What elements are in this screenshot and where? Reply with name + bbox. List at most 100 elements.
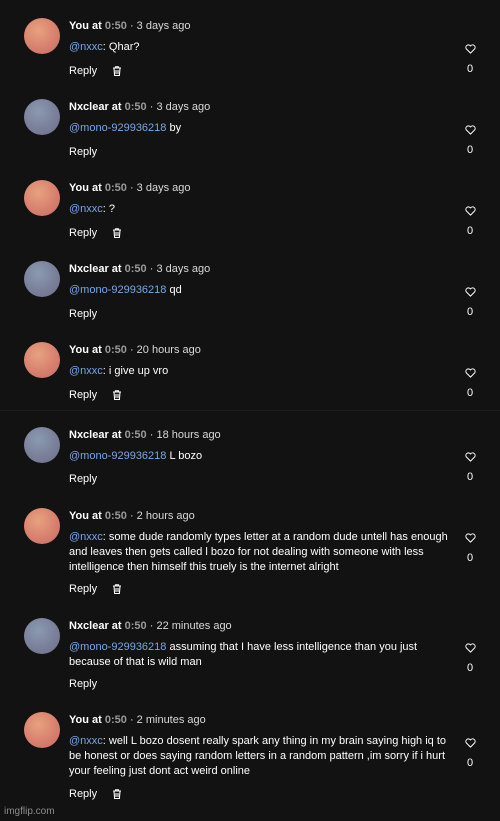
comment-header: You at 0:50 · 2 hours ago [69, 509, 195, 523]
timestamp-link[interactable]: 0:50 [105, 344, 127, 356]
comment: You at 0:50 · 3 days ago @nxxc: ? Reply … [0, 180, 500, 244]
reply-button[interactable]: Reply [69, 64, 97, 78]
reply-button[interactable]: Reply [69, 388, 97, 402]
like-count: 0 [466, 757, 474, 769]
heart-icon[interactable] [464, 643, 476, 653]
like-control: 0 [462, 44, 478, 76]
timestamp-link[interactable]: 0:50 [105, 714, 127, 726]
timestamp-link[interactable]: 0:50 [105, 182, 127, 194]
heart-icon[interactable] [464, 206, 476, 216]
time-ago: · 18 hours ago [146, 429, 221, 441]
timestamp-link[interactable]: 0:50 [125, 620, 147, 632]
comment-actions: Reply [69, 145, 97, 159]
comment: Nxclear at 0:50 · 18 hours ago @mono-929… [0, 427, 500, 491]
mention-link[interactable]: @nxxc [69, 531, 103, 543]
avatar[interactable] [24, 342, 60, 378]
mention-link[interactable]: @nxxc [69, 203, 103, 215]
timestamp-link[interactable]: 0:50 [125, 429, 147, 441]
comment-actions: Reply [69, 472, 97, 486]
username[interactable]: You at [69, 510, 102, 522]
reply-button[interactable]: Reply [69, 226, 97, 240]
comment: Nxclear at 0:50 · 3 days ago @mono-92993… [0, 261, 500, 325]
like-count: 0 [466, 144, 474, 156]
avatar[interactable] [24, 261, 60, 297]
username[interactable]: You at [69, 714, 102, 726]
like-control: 0 [462, 643, 478, 675]
avatar[interactable] [24, 618, 60, 654]
timestamp-link[interactable]: 0:50 [125, 263, 147, 275]
reply-button[interactable]: Reply [69, 677, 97, 691]
reply-button[interactable]: Reply [69, 582, 97, 596]
time-ago: · 20 hours ago [126, 344, 201, 356]
avatar[interactable] [24, 180, 60, 216]
like-control: 0 [462, 533, 478, 565]
like-count: 0 [466, 552, 474, 564]
comment-body: L bozo [166, 450, 203, 462]
mention-link[interactable]: @mono-929936218 [69, 641, 166, 653]
comment-text: @mono-929936218 assuming that I have les… [69, 640, 453, 670]
like-count: 0 [466, 387, 474, 399]
like-control: 0 [462, 125, 478, 157]
mention-link[interactable]: @mono-929936218 [69, 284, 166, 296]
trash-icon[interactable] [111, 389, 123, 401]
avatar[interactable] [24, 712, 60, 748]
reply-button[interactable]: Reply [69, 307, 97, 321]
section-divider [0, 410, 500, 411]
reply-button[interactable]: Reply [69, 472, 97, 486]
comment-body: qd [166, 284, 182, 296]
trash-icon[interactable] [111, 227, 123, 239]
heart-icon[interactable] [464, 452, 476, 462]
avatar[interactable] [24, 18, 60, 54]
reply-button[interactable]: Reply [69, 145, 97, 159]
time-ago: · 2 hours ago [126, 510, 195, 522]
heart-icon[interactable] [464, 125, 476, 135]
mention-link[interactable]: @nxxc [69, 41, 103, 53]
avatar[interactable] [24, 427, 60, 463]
username[interactable]: Nxclear at [69, 263, 122, 275]
heart-icon[interactable] [464, 738, 476, 748]
comment-header: You at 0:50 · 3 days ago [69, 19, 190, 33]
avatar[interactable] [24, 508, 60, 544]
heart-icon[interactable] [464, 44, 476, 54]
comment-header: Nxclear at 0:50 · 22 minutes ago [69, 619, 232, 633]
mention-link[interactable]: @nxxc [69, 365, 103, 377]
mention-link[interactable]: @nxxc [69, 735, 103, 747]
like-count: 0 [466, 306, 474, 318]
timestamp-link[interactable]: 0:50 [105, 20, 127, 32]
comment-header: Nxclear at 0:50 · 18 hours ago [69, 428, 221, 442]
mention-link[interactable]: @mono-929936218 [69, 450, 166, 462]
mention-link[interactable]: @mono-929936218 [69, 122, 166, 134]
comment-body: : i give up vro [102, 365, 169, 377]
username[interactable]: Nxclear at [69, 620, 122, 632]
comment-body: : ? [102, 203, 116, 215]
comment-text: @nxxc: some dude randomly types letter a… [69, 530, 453, 575]
username[interactable]: You at [69, 20, 102, 32]
username[interactable]: Nxclear at [69, 101, 122, 113]
heart-icon[interactable] [464, 533, 476, 543]
comment-text: @nxxc: Qhar? [69, 40, 453, 55]
trash-icon[interactable] [111, 583, 123, 595]
comment-actions: Reply [69, 64, 123, 78]
comment-header: Nxclear at 0:50 · 3 days ago [69, 100, 210, 114]
avatar[interactable] [24, 99, 60, 135]
username[interactable]: Nxclear at [69, 429, 122, 441]
reply-button[interactable]: Reply [69, 787, 97, 801]
comment: You at 0:50 · 2 hours ago @nxxc: some du… [0, 508, 500, 600]
trash-icon[interactable] [111, 788, 123, 800]
like-control: 0 [462, 452, 478, 484]
username[interactable]: You at [69, 344, 102, 356]
like-control: 0 [462, 206, 478, 238]
trash-icon[interactable] [111, 65, 123, 77]
timestamp-link[interactable]: 0:50 [125, 101, 147, 113]
comment-text: @nxxc: i give up vro [69, 364, 453, 379]
comment-text: @mono-929936218 L bozo [69, 449, 453, 464]
like-control: 0 [462, 738, 478, 770]
heart-icon[interactable] [464, 368, 476, 378]
timestamp-link[interactable]: 0:50 [105, 510, 127, 522]
comment-header: You at 0:50 · 20 hours ago [69, 343, 201, 357]
like-control: 0 [462, 368, 478, 400]
username[interactable]: You at [69, 182, 102, 194]
comment-body: : some dude randomly types letter at a r… [69, 531, 448, 573]
time-ago: · 3 days ago [126, 20, 191, 32]
heart-icon[interactable] [464, 287, 476, 297]
